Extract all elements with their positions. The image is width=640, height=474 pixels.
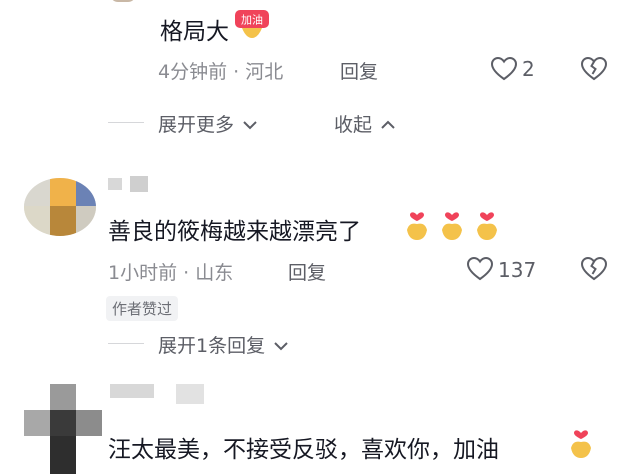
like-button[interactable] <box>490 56 518 86</box>
chevron-up-icon <box>381 120 395 129</box>
meta-separator: · <box>233 61 240 83</box>
dislike-button[interactable] <box>580 256 608 286</box>
comment-text: 汪太最美，不接受反驳，喜欢你，加油 <box>108 430 499 464</box>
username-redacted-2 <box>176 384 204 404</box>
svg-text:加油: 加油 <box>241 13 263 27</box>
avatar-mosaic-3 <box>76 178 96 206</box>
bixin-emoji-icon <box>472 206 502 246</box>
dislike-button[interactable] <box>580 56 608 86</box>
collapse-label: 收起 <box>334 114 373 136</box>
reply-meta: 4分钟前 · 河北 <box>158 57 283 84</box>
heart-icon <box>490 56 518 81</box>
like-button[interactable] <box>466 256 494 286</box>
avatar-mosaic-5 <box>50 436 76 474</box>
avatar[interactable] <box>24 384 102 474</box>
reply-location: 河北 <box>245 61 284 83</box>
expand-more-button[interactable]: 展开更多 <box>158 110 258 137</box>
reply-button[interactable]: 回复 <box>340 57 378 84</box>
avatar-mosaic-1 <box>24 178 50 206</box>
avatar-mosaic-4 <box>24 206 50 236</box>
comment-text-content: 善良的筱梅越来越漂亮了 <box>108 219 361 245</box>
collapse-button[interactable]: 收起 <box>334 110 396 137</box>
thread-divider <box>108 343 144 344</box>
avatar[interactable] <box>24 178 96 236</box>
comment-text: 善良的筱梅越来越漂亮了 <box>108 212 361 246</box>
reply-text: 格局大 <box>160 19 229 45</box>
avatar-mosaic-2 <box>50 178 76 206</box>
avatar-mosaic-6 <box>76 206 96 236</box>
username-redacted-2 <box>130 176 148 192</box>
comment-time: 1小时前 <box>108 262 178 284</box>
bixin-emoji-icon <box>437 206 467 246</box>
broken-heart-icon <box>580 256 608 281</box>
avatar-mosaic-4 <box>76 410 102 436</box>
bixin-emoji-icon <box>566 424 596 464</box>
comment-meta: 1小时前 · 山东 <box>108 258 233 285</box>
expand-more-label: 展开更多 <box>158 114 235 136</box>
bixin-emoji-icon <box>402 206 432 246</box>
avatar-mosaic-3 <box>50 410 76 436</box>
expand-replies-button[interactable]: 展开1条回复 <box>158 331 289 358</box>
like-count: 2 <box>522 57 535 81</box>
jiayou-badge-icon: 加油 <box>234 8 270 38</box>
comment-text-content: 汪太最美，不接受反驳，喜欢你，加油 <box>108 437 499 463</box>
like-count: 137 <box>498 258 537 282</box>
meta-separator: · <box>183 262 190 284</box>
avatar-mosaic-5 <box>50 206 76 236</box>
avatar-mosaic-2 <box>24 410 50 436</box>
author-liked-badge: 作者赞过 <box>106 296 179 321</box>
chevron-down-icon <box>274 342 288 351</box>
broken-heart-icon <box>580 56 608 81</box>
reply-button[interactable]: 回复 <box>288 258 326 285</box>
thread-divider <box>108 122 144 123</box>
expand-replies-label: 展开1条回复 <box>158 335 266 357</box>
username-redacted[interactable] <box>110 384 154 398</box>
chevron-down-icon <box>243 121 257 130</box>
avatar-cropped[interactable] <box>110 0 136 2</box>
reply-time: 4分钟前 <box>158 61 228 83</box>
heart-icon <box>466 256 494 281</box>
username-redacted[interactable] <box>108 178 122 190</box>
avatar-mosaic-1 <box>50 384 76 410</box>
comment-location: 山东 <box>195 262 234 284</box>
